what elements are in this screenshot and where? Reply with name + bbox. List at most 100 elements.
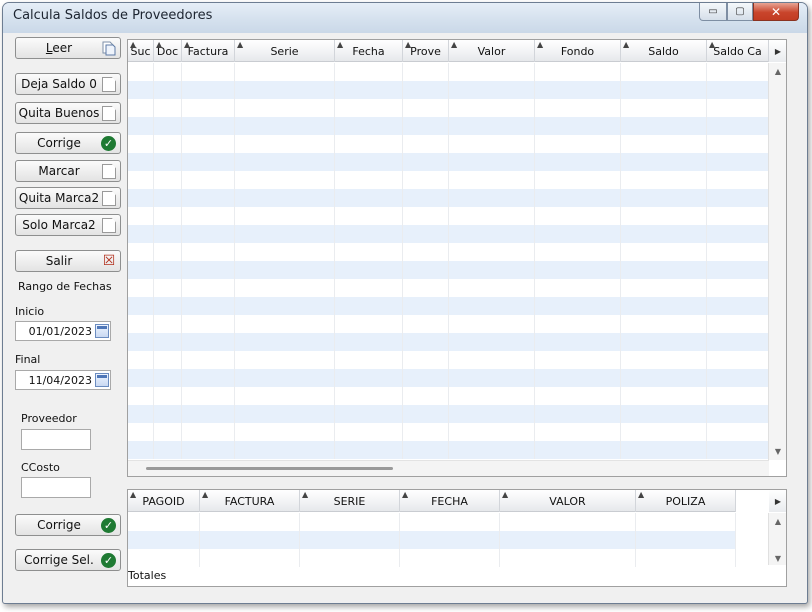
table-cell[interactable] [182, 387, 235, 405]
table-cell[interactable] [128, 189, 154, 207]
table-cell[interactable] [449, 117, 535, 135]
table-cell[interactable] [403, 369, 449, 387]
table-cell[interactable] [128, 153, 154, 171]
table-cell[interactable] [449, 387, 535, 405]
table-cell[interactable] [154, 333, 182, 351]
table-row[interactable] [128, 423, 769, 441]
maximize-button[interactable]: ▢ [727, 3, 753, 21]
table-cell[interactable] [154, 297, 182, 315]
scroll-up-arrow[interactable]: ▲ [769, 517, 786, 526]
table-cell[interactable] [535, 207, 621, 225]
table-cell[interactable] [182, 243, 235, 261]
table-cell[interactable] [535, 117, 621, 135]
table-cell[interactable] [621, 81, 707, 99]
leer-button[interactable]: Leer [15, 37, 121, 59]
table-cell[interactable] [707, 369, 769, 387]
table-row[interactable] [128, 99, 769, 117]
table-cell[interactable] [128, 531, 200, 549]
table-cell[interactable] [403, 81, 449, 99]
table-cell[interactable] [403, 63, 449, 81]
table-cell[interactable] [707, 423, 769, 441]
table-cell[interactable] [621, 153, 707, 171]
table-cell[interactable] [707, 225, 769, 243]
table-cell[interactable] [449, 243, 535, 261]
table-cell[interactable] [128, 405, 154, 423]
table-cell[interactable] [235, 369, 335, 387]
table-cell[interactable] [128, 441, 154, 459]
table-cell[interactable] [154, 441, 182, 459]
table-cell[interactable] [403, 225, 449, 243]
table-cell[interactable] [403, 297, 449, 315]
table-cell[interactable] [535, 369, 621, 387]
table-cell[interactable] [449, 135, 535, 153]
table-cell[interactable] [535, 405, 621, 423]
table-row[interactable] [128, 513, 736, 531]
table-cell[interactable] [707, 171, 769, 189]
table-cell[interactable] [535, 189, 621, 207]
table-cell[interactable] [621, 63, 707, 81]
table-cell[interactable] [707, 387, 769, 405]
table-cell[interactable] [182, 117, 235, 135]
table-cell[interactable] [128, 423, 154, 441]
table-cell[interactable] [335, 117, 403, 135]
table-cell[interactable] [128, 63, 154, 81]
table-cell[interactable] [235, 189, 335, 207]
table-cell[interactable] [182, 369, 235, 387]
table-cell[interactable] [403, 405, 449, 423]
table-cell[interactable] [235, 279, 335, 297]
column-header-factura[interactable]: ▲ FACTURA [200, 490, 300, 512]
table-cell[interactable] [535, 315, 621, 333]
table-cell[interactable] [154, 405, 182, 423]
table-cell[interactable] [235, 99, 335, 117]
deja-saldo-0-button[interactable]: Deja Saldo 0 [15, 73, 121, 95]
table-cell[interactable] [182, 135, 235, 153]
table-cell[interactable] [335, 369, 403, 387]
table-cell[interactable] [403, 135, 449, 153]
table-cell[interactable] [154, 279, 182, 297]
table-cell[interactable] [154, 81, 182, 99]
table-cell[interactable] [128, 387, 154, 405]
table-cell[interactable] [449, 261, 535, 279]
solo-marca2-button[interactable]: Solo Marca2 [15, 214, 121, 236]
table-cell[interactable] [182, 99, 235, 117]
table-row[interactable] [128, 261, 769, 279]
table-cell[interactable] [403, 279, 449, 297]
table-cell[interactable] [335, 189, 403, 207]
table-cell[interactable] [449, 441, 535, 459]
table-cell[interactable] [154, 387, 182, 405]
table-cell[interactable] [128, 513, 200, 531]
table-cell[interactable] [449, 333, 535, 351]
scroll-right-arrow[interactable]: ▶ [769, 40, 786, 62]
table-cell[interactable] [621, 207, 707, 225]
table-cell[interactable] [403, 423, 449, 441]
table-cell[interactable] [128, 297, 154, 315]
table-cell[interactable] [300, 549, 400, 567]
table-cell[interactable] [154, 243, 182, 261]
scroll-up-arrow[interactable]: ▲ [769, 67, 786, 76]
table-cell[interactable] [403, 261, 449, 279]
table-cell[interactable] [707, 153, 769, 171]
table-cell[interactable] [235, 135, 335, 153]
table-cell[interactable] [403, 315, 449, 333]
table-cell[interactable] [621, 351, 707, 369]
scroll-down-arrow[interactable]: ▼ [769, 554, 786, 563]
table-cell[interactable] [235, 297, 335, 315]
table-cell[interactable] [621, 387, 707, 405]
table-cell[interactable] [621, 369, 707, 387]
table-cell[interactable] [300, 513, 400, 531]
table-cell[interactable] [707, 297, 769, 315]
table-cell[interactable] [182, 225, 235, 243]
column-header-saldo[interactable]: ▲ Saldo [621, 40, 707, 62]
table-cell[interactable] [535, 81, 621, 99]
table-cell[interactable] [707, 135, 769, 153]
table-cell[interactable] [707, 441, 769, 459]
table-row[interactable] [128, 351, 769, 369]
table-cell[interactable] [182, 333, 235, 351]
table-cell[interactable] [707, 207, 769, 225]
table-cell[interactable] [500, 549, 636, 567]
table-cell[interactable] [154, 153, 182, 171]
table-cell[interactable] [621, 333, 707, 351]
table-cell[interactable] [403, 333, 449, 351]
table-cell[interactable] [621, 441, 707, 459]
table-cell[interactable] [154, 189, 182, 207]
